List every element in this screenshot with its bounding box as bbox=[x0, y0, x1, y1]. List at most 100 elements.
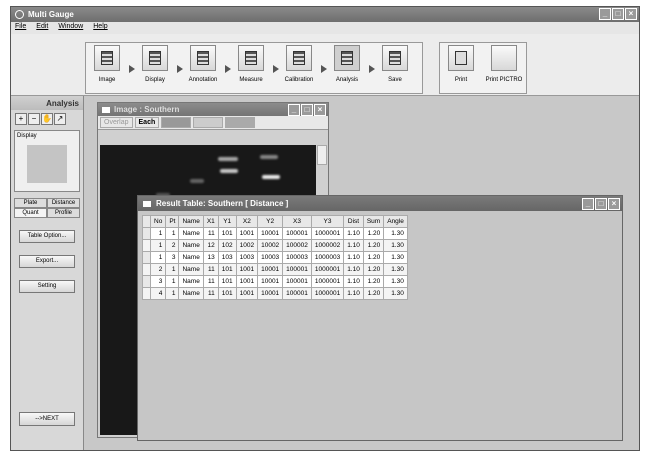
maximize-button[interactable]: □ bbox=[595, 198, 607, 210]
table-cell[interactable]: 1.30 bbox=[383, 287, 408, 300]
minimize-button[interactable]: _ bbox=[288, 104, 300, 116]
table-option-button[interactable]: Table Option... bbox=[19, 230, 75, 243]
row-header[interactable] bbox=[142, 239, 151, 252]
export-button[interactable]: Export... bbox=[19, 255, 75, 268]
setting-button[interactable]: Setting bbox=[19, 280, 75, 293]
table-cell[interactable]: 10001 bbox=[257, 275, 284, 288]
tool-save[interactable]: Save bbox=[378, 43, 412, 83]
table-cell[interactable]: 100001 bbox=[282, 287, 312, 300]
table-cell[interactable]: 1000002 bbox=[310, 239, 345, 252]
hand-icon[interactable]: ✋ bbox=[41, 113, 53, 125]
row-header[interactable] bbox=[142, 263, 151, 276]
tab-distance[interactable]: Distance bbox=[47, 198, 80, 208]
table-cell[interactable]: 1000001 bbox=[310, 263, 345, 276]
menu-help[interactable]: Help bbox=[93, 23, 107, 33]
column-header[interactable]: Dist bbox=[343, 215, 364, 228]
column-header[interactable]: No bbox=[149, 215, 167, 228]
table-cell[interactable]: 10003 bbox=[257, 251, 284, 264]
table-cell[interactable]: 1 bbox=[149, 227, 167, 240]
table-cell[interactable]: Name bbox=[178, 239, 204, 252]
table-cell[interactable]: 1 bbox=[165, 275, 180, 288]
table-cell[interactable]: Name bbox=[178, 275, 204, 288]
table-cell[interactable]: 1001 bbox=[235, 263, 259, 276]
tab-quant[interactable]: Quant bbox=[14, 208, 47, 218]
row-header[interactable] bbox=[142, 227, 151, 240]
table-cell[interactable]: 1.10 bbox=[343, 239, 364, 252]
tool-measure[interactable]: Measure bbox=[234, 43, 268, 83]
table-cell[interactable]: 101 bbox=[217, 227, 237, 240]
print-pictro-button[interactable]: Print PICTRO bbox=[484, 43, 524, 83]
minimize-button[interactable]: _ bbox=[582, 198, 594, 210]
table-cell[interactable]: 1.30 bbox=[383, 227, 408, 240]
column-header[interactable]: Pt bbox=[165, 215, 180, 228]
close-button[interactable]: × bbox=[314, 104, 326, 116]
table-cell[interactable]: 1.20 bbox=[362, 251, 385, 264]
table-cell[interactable]: 1001 bbox=[235, 275, 259, 288]
table-cell[interactable]: 13 bbox=[202, 251, 219, 264]
row-header[interactable] bbox=[142, 275, 151, 288]
vertical-scrollbar[interactable] bbox=[317, 145, 327, 165]
table-cell[interactable]: 10001 bbox=[257, 227, 284, 240]
table-cell[interactable]: Name bbox=[178, 251, 204, 264]
table-cell[interactable]: Name bbox=[178, 227, 204, 240]
table-cell[interactable]: 10001 bbox=[257, 263, 284, 276]
table-cell[interactable]: 2 bbox=[149, 263, 167, 276]
table-cell[interactable]: 1.30 bbox=[383, 275, 408, 288]
print-button[interactable]: Print bbox=[444, 43, 478, 83]
table-cell[interactable]: 1.10 bbox=[343, 227, 364, 240]
each-button[interactable]: Each bbox=[134, 117, 160, 128]
pointer-icon[interactable]: ↗ bbox=[54, 113, 66, 125]
tab-plate[interactable]: Plate bbox=[14, 198, 47, 208]
tool-analysis[interactable]: Analysis bbox=[330, 43, 364, 83]
table-row[interactable]: 4 1 Name 11 101 1001 10001 100001 1000001 1.10 1.2… bbox=[142, 287, 408, 300]
table-cell[interactable]: 1 bbox=[149, 251, 167, 264]
table-cell[interactable]: 101 bbox=[217, 263, 237, 276]
table-cell[interactable]: 2 bbox=[165, 239, 180, 252]
column-header[interactable]: X2 bbox=[235, 215, 259, 228]
table-cell[interactable]: 12 bbox=[202, 239, 219, 252]
column-header[interactable]: Angle bbox=[383, 215, 408, 228]
table-cell[interactable]: 1.20 bbox=[362, 275, 385, 288]
column-header[interactable]: X1 bbox=[202, 215, 219, 228]
zoom-in-icon[interactable]: + bbox=[15, 113, 27, 125]
table-cell[interactable]: 1.30 bbox=[383, 251, 408, 264]
overlap-button[interactable]: Overlap bbox=[100, 117, 133, 128]
zoom-out-icon[interactable]: − bbox=[28, 113, 40, 125]
column-header[interactable]: Y1 bbox=[217, 215, 237, 228]
table-cell[interactable]: 1003 bbox=[235, 251, 259, 264]
table-cell[interactable]: 100001 bbox=[282, 275, 312, 288]
close-button[interactable]: × bbox=[608, 198, 620, 210]
table-cell[interactable]: 1.20 bbox=[362, 263, 385, 276]
table-row[interactable]: 1 2 Name 12 102 1002 10002 100002 1000002 1.10 1.2… bbox=[142, 239, 408, 252]
next-button[interactable]: -->NEXT bbox=[19, 412, 75, 426]
table-cell[interactable]: Name bbox=[178, 263, 204, 276]
column-header[interactable]: Name bbox=[178, 215, 204, 228]
tab-profile[interactable]: Profile bbox=[47, 208, 80, 218]
table-cell[interactable]: 1.10 bbox=[343, 275, 364, 288]
table-cell[interactable]: 1.20 bbox=[362, 239, 385, 252]
menu-file[interactable]: File bbox=[15, 23, 26, 33]
tool-calibration[interactable]: Calibration bbox=[282, 43, 316, 83]
column-header[interactable]: Y3 bbox=[310, 215, 345, 228]
close-button[interactable]: × bbox=[625, 8, 637, 20]
table-row[interactable]: 1 3 Name 13 103 1003 10003 100003 1000003 1.10 1.2… bbox=[142, 251, 408, 264]
table-cell[interactable]: 11 bbox=[202, 263, 219, 276]
table-cell[interactable]: 1 bbox=[165, 263, 180, 276]
table-row[interactable]: 2 1 Name 11 101 1001 10001 100001 1000001 1.10 1.2… bbox=[142, 263, 408, 276]
table-cell[interactable]: 1001 bbox=[235, 227, 259, 240]
table-cell[interactable]: 1000001 bbox=[310, 275, 345, 288]
table-cell[interactable]: 1.20 bbox=[362, 287, 385, 300]
table-cell[interactable]: 103 bbox=[217, 251, 237, 264]
tool-image[interactable]: Image bbox=[90, 43, 124, 83]
maximize-button[interactable]: □ bbox=[612, 8, 624, 20]
menu-window[interactable]: Window bbox=[58, 23, 83, 33]
swatch-1[interactable] bbox=[161, 117, 192, 128]
table-cell[interactable]: 101 bbox=[217, 275, 237, 288]
table-cell[interactable]: 1 bbox=[165, 287, 180, 300]
table-cell[interactable]: 1 bbox=[165, 227, 180, 240]
table-cell[interactable]: 1.10 bbox=[343, 263, 364, 276]
column-header[interactable]: Y2 bbox=[257, 215, 284, 228]
table-cell[interactable]: 1000003 bbox=[310, 251, 345, 264]
table-cell[interactable]: 1.10 bbox=[343, 251, 364, 264]
table-cell[interactable]: 1 bbox=[149, 239, 167, 252]
